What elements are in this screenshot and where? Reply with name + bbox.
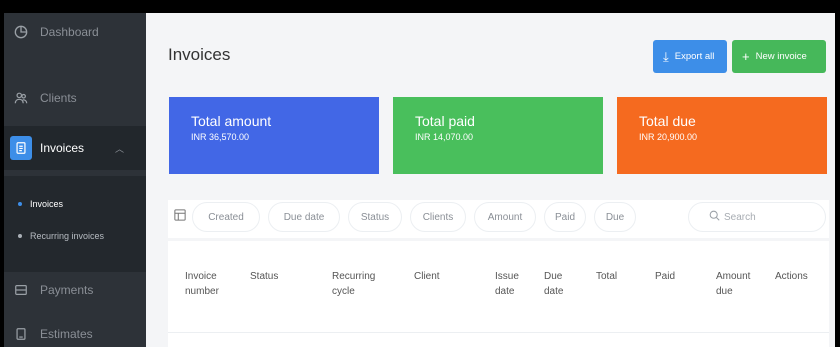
card-title: Total paid: [415, 113, 475, 129]
sidebar-item-clients[interactable]: Clients: [4, 79, 146, 117]
search-box[interactable]: [688, 202, 826, 232]
total-amount-card: Total amount INR 36,570.00: [169, 97, 379, 174]
export-all-button[interactable]: ⤓ Export all: [653, 40, 727, 73]
filter-bar: Created Due date Status Clients Amount P…: [168, 200, 829, 238]
app-window: Dashboard Clients Invoices ︿ Invoices Re…: [4, 13, 835, 347]
chevron-up-icon: ︿: [114, 143, 124, 154]
submenu-item-recurring-invoices[interactable]: Recurring invoices: [4, 226, 146, 246]
card-title: Total due: [639, 113, 696, 129]
sidebar-item-payments[interactable]: Payments: [4, 271, 146, 309]
card-value: INR 20,900.00: [639, 132, 698, 142]
submenu-item-invoices[interactable]: Invoices: [4, 194, 146, 214]
users-icon: [14, 91, 28, 105]
export-all-label: Export all: [674, 51, 715, 62]
column-header-paid[interactable]: Paid: [655, 269, 675, 284]
invoices-submenu: Invoices Recurring invoices: [4, 176, 146, 272]
card-value: INR 14,070.00: [415, 132, 474, 142]
new-invoice-button[interactable]: + New invoice: [732, 40, 826, 73]
filter-chip-status[interactable]: Status: [348, 202, 402, 232]
bullet-icon: [18, 234, 22, 238]
sidebar-item-label: Payments: [40, 283, 94, 297]
columns-icon[interactable]: [174, 208, 186, 221]
column-header-amount-due[interactable]: Amount due: [716, 269, 750, 299]
sidebar: Dashboard Clients Invoices ︿ Invoices Re…: [4, 13, 146, 347]
column-header-invoice-number[interactable]: Invoice number: [185, 269, 219, 299]
page-title: Invoices: [168, 45, 231, 64]
sidebar-item-label: Invoices: [40, 141, 85, 155]
column-header-issue-date[interactable]: Issue date: [495, 269, 519, 299]
filter-chip-amount[interactable]: Amount: [474, 202, 536, 232]
total-paid-card: Total paid INR 14,070.00: [393, 97, 603, 174]
invoices-table: Invoice number Status Recurring cycle Clie…: [168, 241, 829, 347]
column-header-due-date[interactable]: Due date: [544, 269, 563, 299]
download-icon: ⤓: [663, 49, 669, 64]
column-header-total[interactable]: Total: [596, 269, 617, 284]
submenu-item-label: Invoices: [30, 199, 64, 209]
column-header-status[interactable]: Status: [250, 269, 278, 284]
column-header-recurring-cycle[interactable]: Recurring cycle: [332, 269, 375, 299]
filter-chip-due[interactable]: Due: [594, 202, 636, 232]
sidebar-item-dashboard[interactable]: Dashboard: [4, 13, 146, 51]
search-input[interactable]: [724, 211, 814, 223]
sidebar-item-label: Clients: [40, 91, 77, 105]
filter-chip-paid[interactable]: Paid: [544, 202, 586, 232]
search-icon: [709, 210, 720, 224]
pie-chart-icon: [14, 25, 28, 39]
plus-icon: +: [742, 49, 750, 64]
sidebar-item-invoices[interactable]: Invoices ︿: [4, 126, 146, 170]
invoice-icon: [10, 136, 32, 160]
column-header-client[interactable]: Client: [414, 269, 440, 284]
card-icon: [14, 283, 28, 297]
bullet-icon: [18, 202, 22, 206]
card-value: INR 36,570.00: [191, 132, 250, 142]
filter-chip-clients[interactable]: Clients: [410, 202, 466, 232]
filter-chip-due-date[interactable]: Due date: [268, 202, 340, 232]
filter-chip-created[interactable]: Created: [192, 202, 260, 232]
submenu-item-label: Recurring invoices: [30, 231, 105, 241]
new-invoice-label: New invoice: [755, 51, 807, 62]
column-header-actions[interactable]: Actions: [775, 269, 808, 284]
estimate-icon: [14, 327, 28, 341]
total-due-card: Total due INR 20,900.00: [617, 97, 827, 174]
row-divider: [168, 332, 829, 333]
sidebar-item-label: Dashboard: [40, 25, 99, 39]
main-content: Invoices ⤓ Export all + New invoice Tota…: [146, 13, 835, 347]
sidebar-item-label: Estimates: [40, 327, 93, 341]
sidebar-item-estimates[interactable]: Estimates: [4, 315, 146, 347]
card-title: Total amount: [191, 113, 272, 129]
